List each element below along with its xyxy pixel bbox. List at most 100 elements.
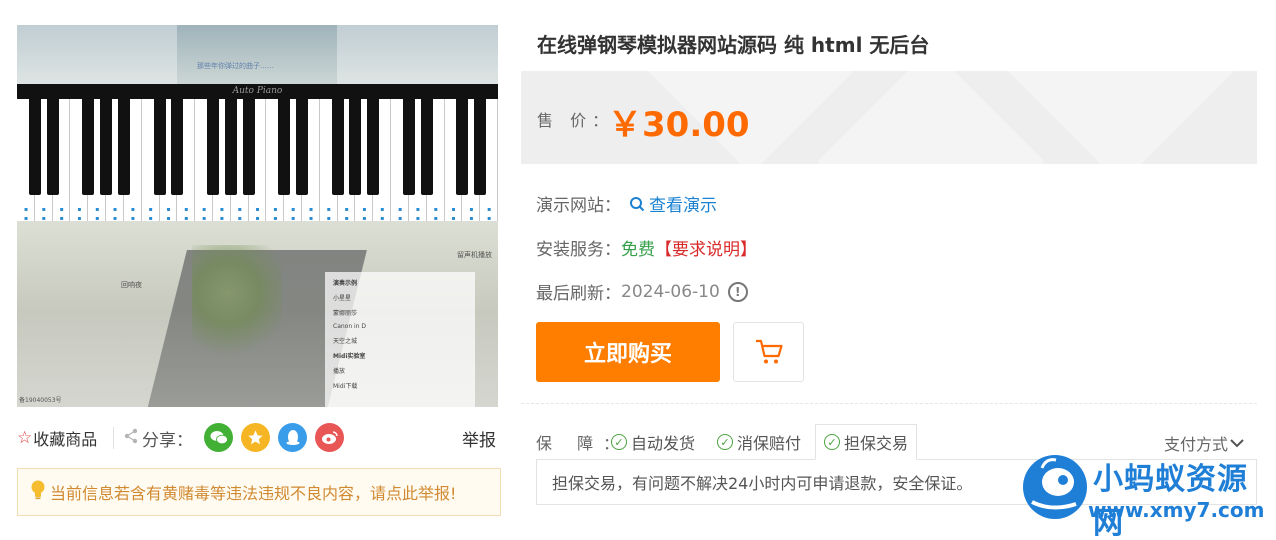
black-key	[171, 99, 184, 195]
key-label-mark: ▪ ▪	[362, 206, 367, 222]
preview-menu-item: 播放	[333, 368, 346, 375]
black-key	[349, 99, 362, 195]
price-decoration	[817, 71, 1045, 164]
black-key	[420, 99, 433, 195]
key-label-mark: ▪ ▪	[451, 206, 456, 222]
install-free: 免费	[621, 240, 655, 260]
tab-escrow[interactable]: ✓ 担保交易	[815, 424, 918, 460]
key-label-mark: ▪ ▪	[166, 206, 171, 222]
watermark-name: 小蚂蚁资源网	[1093, 462, 1248, 540]
refresh-row: 最后刷新： 2024-06-10 !	[536, 279, 748, 304]
price-decoration	[1007, 71, 1235, 164]
key-label-mark: ▪ ▪	[237, 206, 242, 222]
key-label-mark: ▪ ▪	[291, 206, 296, 222]
refresh-date: 2024-06-10	[621, 281, 720, 302]
tab-label: 自动发货	[631, 434, 696, 453]
install-row: 安装服务： 免费 【要求说明】	[536, 235, 757, 260]
black-key	[278, 99, 291, 195]
black-key	[474, 99, 487, 195]
key-label-mark: ▪ ▪	[308, 206, 314, 222]
preview-menu-item: 天空之城	[333, 338, 358, 345]
key-label-mark: ▪ ▪	[95, 206, 100, 222]
key-label-mark: ▪ ▪	[184, 206, 189, 222]
black-key	[224, 99, 237, 195]
black-key	[100, 99, 113, 195]
preview-menu-item: 小星星	[333, 295, 352, 302]
piano-key-labels: ▪ ▪ ▪ ▪ ▪ ▪ ▪ ▪ ▪ ▪ ▪ ▪ ▪ ▪ ▪ ▪ ▪ ▪ ▪ ▪ ▪ ▪ ▪ ▪ ▪ ▪ ▪ ▪ ▪ ▪ ▪ ▪ ▪ ▪ ▪ ▪ ▪ ▪ ▪ ▪…	[17, 205, 498, 231]
preview-left-label: 回响夜	[121, 281, 142, 289]
preview-menu-panel: 演奏示例小星星蒙娜丽莎 Canon in D 天空之城 Midi实验室 播放 Midi下载	[325, 272, 475, 407]
share-icon	[124, 428, 138, 448]
key-label-mark: ▪ ▪	[469, 206, 474, 222]
wechat-icon[interactable]	[204, 423, 233, 452]
exclamation-circle-icon[interactable]: !	[727, 281, 748, 302]
key-label-mark: ▪ ▪	[415, 206, 420, 222]
weibo-icon[interactable]	[315, 423, 344, 452]
key-label-mark: ▪ ▪	[326, 206, 331, 222]
black-key	[331, 99, 344, 195]
favorite-label: 收藏商品	[33, 430, 98, 449]
search-icon	[629, 196, 645, 212]
report-link[interactable]: 举报	[462, 426, 496, 451]
preview-menu-item: Midi实验室	[333, 353, 366, 360]
demo-row: 演示网站： 查看演示	[536, 191, 717, 216]
key-label-mark: ▪ ▪	[487, 206, 492, 222]
black-key	[82, 99, 95, 195]
key-label-mark: ▪ ▪	[77, 206, 82, 222]
black-key	[117, 99, 130, 195]
demo-link[interactable]: 查看演示	[629, 191, 717, 216]
add-to-cart-button[interactable]	[733, 322, 804, 382]
preview-menu-item: 蒙娜丽莎	[333, 310, 358, 317]
plants-scene	[192, 245, 282, 365]
share-divider	[113, 427, 114, 449]
payment-method-label: 支付方式	[1164, 435, 1229, 454]
piano-top-bar: Auto Piano	[17, 84, 498, 99]
tab-consumer-protection[interactable]: ✓ 消保赔付	[717, 424, 801, 460]
watermark-url: www.xmy7.com	[1088, 498, 1265, 522]
star-outline-icon: ☆	[17, 428, 33, 448]
black-key	[153, 99, 166, 195]
black-key	[46, 99, 59, 195]
payment-method-dropdown[interactable]: 支付方式	[1164, 431, 1244, 455]
key-label-mark: ▪ ▪	[148, 206, 153, 222]
price-value: ￥30.00	[608, 105, 750, 145]
black-key	[367, 99, 380, 195]
piano-keyboard	[17, 99, 498, 221]
price-label: 售 价：	[537, 111, 615, 130]
report-notice[interactable]: 当前信息若含有黄赌毒等违法违规不良内容，请点此举报!	[17, 468, 501, 516]
key-label-mark: ▪ ▪	[41, 206, 46, 222]
key-label-mark: ▪ ▪	[202, 206, 207, 222]
preview-menu-item: Canon in D	[333, 323, 367, 330]
demo-label: 演示网站：	[536, 196, 621, 216]
key-label-mark: ▪ ▪	[433, 206, 438, 222]
key-label-mark: ▪ ▪	[23, 206, 29, 222]
preview-menu-item: Midi下载	[333, 383, 358, 390]
tab-auto-delivery[interactable]: ✓ 自动发货	[611, 424, 695, 460]
install-label: 安装服务：	[536, 240, 621, 260]
black-key	[242, 99, 255, 195]
check-circle-icon: ✓	[824, 434, 840, 450]
share-group: 分享：	[124, 426, 193, 451]
black-key	[296, 99, 309, 195]
preview-right-label: 留声机播放	[457, 251, 492, 259]
price-box: 售 价： ￥30.00	[521, 71, 1257, 164]
tab-label: 担保交易	[844, 434, 909, 453]
black-key	[206, 99, 219, 195]
favorite-button[interactable]: ☆ 收藏商品	[17, 426, 97, 450]
key-label-mark: ▪ ▪	[380, 206, 385, 222]
install-requirement-link[interactable]: 【要求说明】	[655, 235, 757, 260]
buy-now-button[interactable]: 立即购买	[536, 322, 720, 382]
key-label-mark: ▪ ▪	[59, 206, 64, 222]
key-label-mark: ▪ ▪	[255, 206, 260, 222]
black-key	[28, 99, 41, 195]
qq-penguin-icon[interactable]	[278, 423, 307, 452]
black-key	[402, 99, 415, 195]
preview-menu-item: 演奏示例	[333, 280, 358, 287]
notice-text: 当前信息若含有黄赌毒等违法违规不良内容，请点此举报!	[50, 484, 457, 503]
check-circle-icon: ✓	[717, 434, 733, 450]
qzone-star-icon[interactable]	[241, 423, 270, 452]
section-divider	[521, 403, 1257, 404]
key-label-mark: ▪ ▪	[273, 206, 278, 222]
ant-logo-icon	[1020, 452, 1090, 522]
tab-label: 消保赔付	[737, 434, 802, 453]
